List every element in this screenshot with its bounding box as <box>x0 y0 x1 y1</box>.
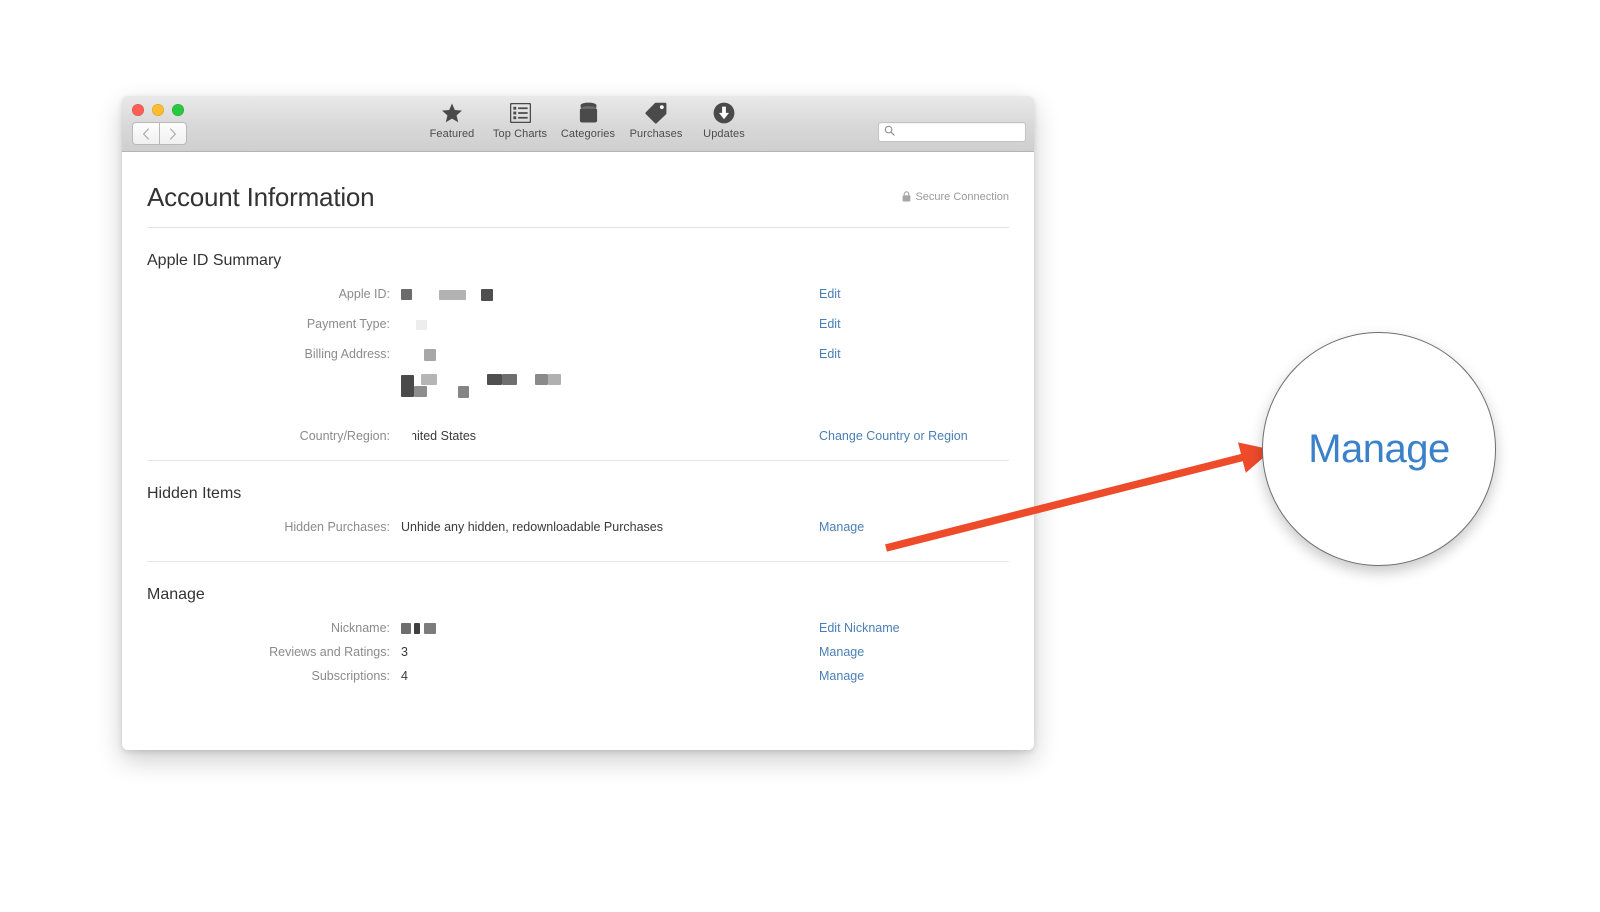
list-icon <box>509 101 531 125</box>
magnifier-callout: Manage <box>1262 332 1496 566</box>
page-title: Account Information <box>147 182 375 212</box>
country-region-value: United States <box>401 429 477 443</box>
forward-button[interactable] <box>159 122 187 145</box>
row-value-redacted <box>401 374 819 414</box>
row-value-redacted <box>401 620 819 636</box>
redaction-blocks <box>401 623 436 635</box>
row-action: Manage <box>819 668 1009 684</box>
section-apple-id-summary: Apple ID Summary Apple ID: Edit Payment … <box>147 228 1009 461</box>
row-action: Edit <box>819 286 1009 302</box>
edit-billing-address-link[interactable]: Edit <box>819 347 841 361</box>
section-rows: Hidden Purchases: Unhide any hidden, red… <box>147 519 1009 535</box>
row-label: Payment Type: <box>306 317 390 331</box>
row-label: Subscriptions: <box>311 669 390 683</box>
toolbar-item-label: Featured <box>429 128 475 140</box>
toolbar-item-label: Updates <box>703 128 745 140</box>
row-subscriptions: Subscriptions: 4 Manage <box>147 668 1009 684</box>
row-value-redacted <box>401 346 819 362</box>
section-rows: Apple ID: Edit Payment Type: Edit Billin… <box>147 286 1009 444</box>
section-hidden-items: Hidden Items Hidden Purchases: Unhide an… <box>147 461 1009 562</box>
row-label: Billing Address: <box>304 347 390 361</box>
toolbar-item-categories[interactable]: Categories <box>554 101 622 140</box>
download-circle-icon <box>713 101 735 125</box>
row-reviews-and-ratings: Reviews and Ratings: 3 Manage <box>147 644 1009 660</box>
edit-payment-type-link[interactable]: Edit <box>819 317 841 331</box>
row-apple-id: Apple ID: Edit <box>147 286 1009 302</box>
row-label: Apple ID: <box>338 287 390 301</box>
traffic-lights <box>132 104 184 116</box>
close-button[interactable] <box>132 104 144 116</box>
search-input[interactable] <box>878 122 1026 142</box>
row-hidden-purchases: Hidden Purchases: Unhide any hidden, red… <box>147 519 1009 535</box>
account-information-content: Account Information Secure Connection Ap… <box>122 152 1034 750</box>
redaction-blocks <box>401 288 493 301</box>
search-container <box>878 122 1026 142</box>
page-header: Account Information Secure Connection <box>147 152 1009 228</box>
manage-hidden-purchases-link[interactable]: Manage <box>819 520 864 534</box>
section-title: Hidden Items <box>147 485 242 502</box>
secure-connection-label: Secure Connection <box>915 190 1009 203</box>
row-billing-address-lines <box>147 374 1009 414</box>
edit-nickname-link[interactable]: Edit Nickname <box>819 621 900 635</box>
row-action: Manage <box>819 519 1009 535</box>
screenshot-stage: Featured Top Charts Categories Purchases… <box>0 0 1600 912</box>
tag-icon <box>645 101 667 125</box>
redaction-blocks <box>400 429 412 442</box>
chevron-left-icon <box>142 127 150 140</box>
row-value: 3 <box>401 645 408 659</box>
stack-icon <box>578 101 599 125</box>
row-nickname: Nickname: Edit Nickname <box>147 620 1009 636</box>
row-label: Country/Region: <box>299 429 390 443</box>
redaction-blocks <box>401 319 428 330</box>
lock-icon <box>902 191 911 202</box>
row-label: Reviews and Ratings: <box>269 645 390 659</box>
toolbar-item-label: Purchases <box>629 128 683 140</box>
toolbar-item-top-charts[interactable]: Top Charts <box>486 101 554 140</box>
row-action: Change Country or Region <box>819 428 1009 444</box>
row-label: Hidden Purchases: <box>284 520 390 534</box>
row-action: Edit <box>819 316 1009 332</box>
row-value-redacted <box>401 286 819 302</box>
row-billing-address: Billing Address: Edit <box>147 346 1009 362</box>
manage-reviews-link[interactable]: Manage <box>819 645 864 659</box>
section-rows: Nickname: Edit Nickname Reviews and Rati… <box>147 620 1009 684</box>
section-manage: Manage Nickname: Edit Nickname Reviews a… <box>147 562 1009 684</box>
redaction-blocks <box>401 348 437 361</box>
toolbar-item-label: Top Charts <box>492 128 548 140</box>
edit-apple-id-link[interactable]: Edit <box>819 287 841 301</box>
manage-subscriptions-link[interactable]: Manage <box>819 669 864 683</box>
row-label: Nickname: <box>330 621 390 635</box>
section-title: Apple ID Summary <box>147 252 282 269</box>
change-country-or-region-link[interactable]: Change Country or Region <box>819 429 968 443</box>
row-country-region: Country/Region: United States Change Cou… <box>147 428 1009 444</box>
row-payment-type: Payment Type: Edit <box>147 316 1009 332</box>
secure-connection-badge: Secure Connection <box>902 191 1009 203</box>
zoom-button[interactable] <box>172 104 184 116</box>
redaction-blocks <box>401 374 819 404</box>
toolbar-item-purchases[interactable]: Purchases <box>622 101 690 140</box>
row-action: Manage <box>819 644 1009 660</box>
star-icon <box>441 101 463 125</box>
toolbar-item-updates[interactable]: Updates <box>690 101 758 140</box>
toolbar-item-label: Categories <box>560 128 616 140</box>
chevron-right-icon <box>169 127 177 140</box>
section-title: Manage <box>147 586 205 603</box>
toolbar-item-featured[interactable]: Featured <box>418 101 486 140</box>
back-button[interactable] <box>132 122 159 145</box>
row-value: Unhide any hidden, redownloadable Purcha… <box>401 520 663 534</box>
row-action: Edit <box>819 346 1009 362</box>
window-toolbar: Featured Top Charts Categories Purchases… <box>122 96 1034 152</box>
row-value: United States <box>400 428 819 444</box>
row-action: Edit Nickname <box>819 620 1009 636</box>
row-value: 4 <box>401 669 408 683</box>
magnified-manage-label[interactable]: Manage <box>1308 427 1450 472</box>
row-value-redacted <box>401 316 819 332</box>
search-icon <box>884 123 895 141</box>
nav-buttons <box>132 122 187 145</box>
minimize-button[interactable] <box>152 104 164 116</box>
toolbar-tabs: Featured Top Charts Categories Purchases… <box>418 101 758 140</box>
app-store-window: Featured Top Charts Categories Purchases… <box>122 96 1034 750</box>
